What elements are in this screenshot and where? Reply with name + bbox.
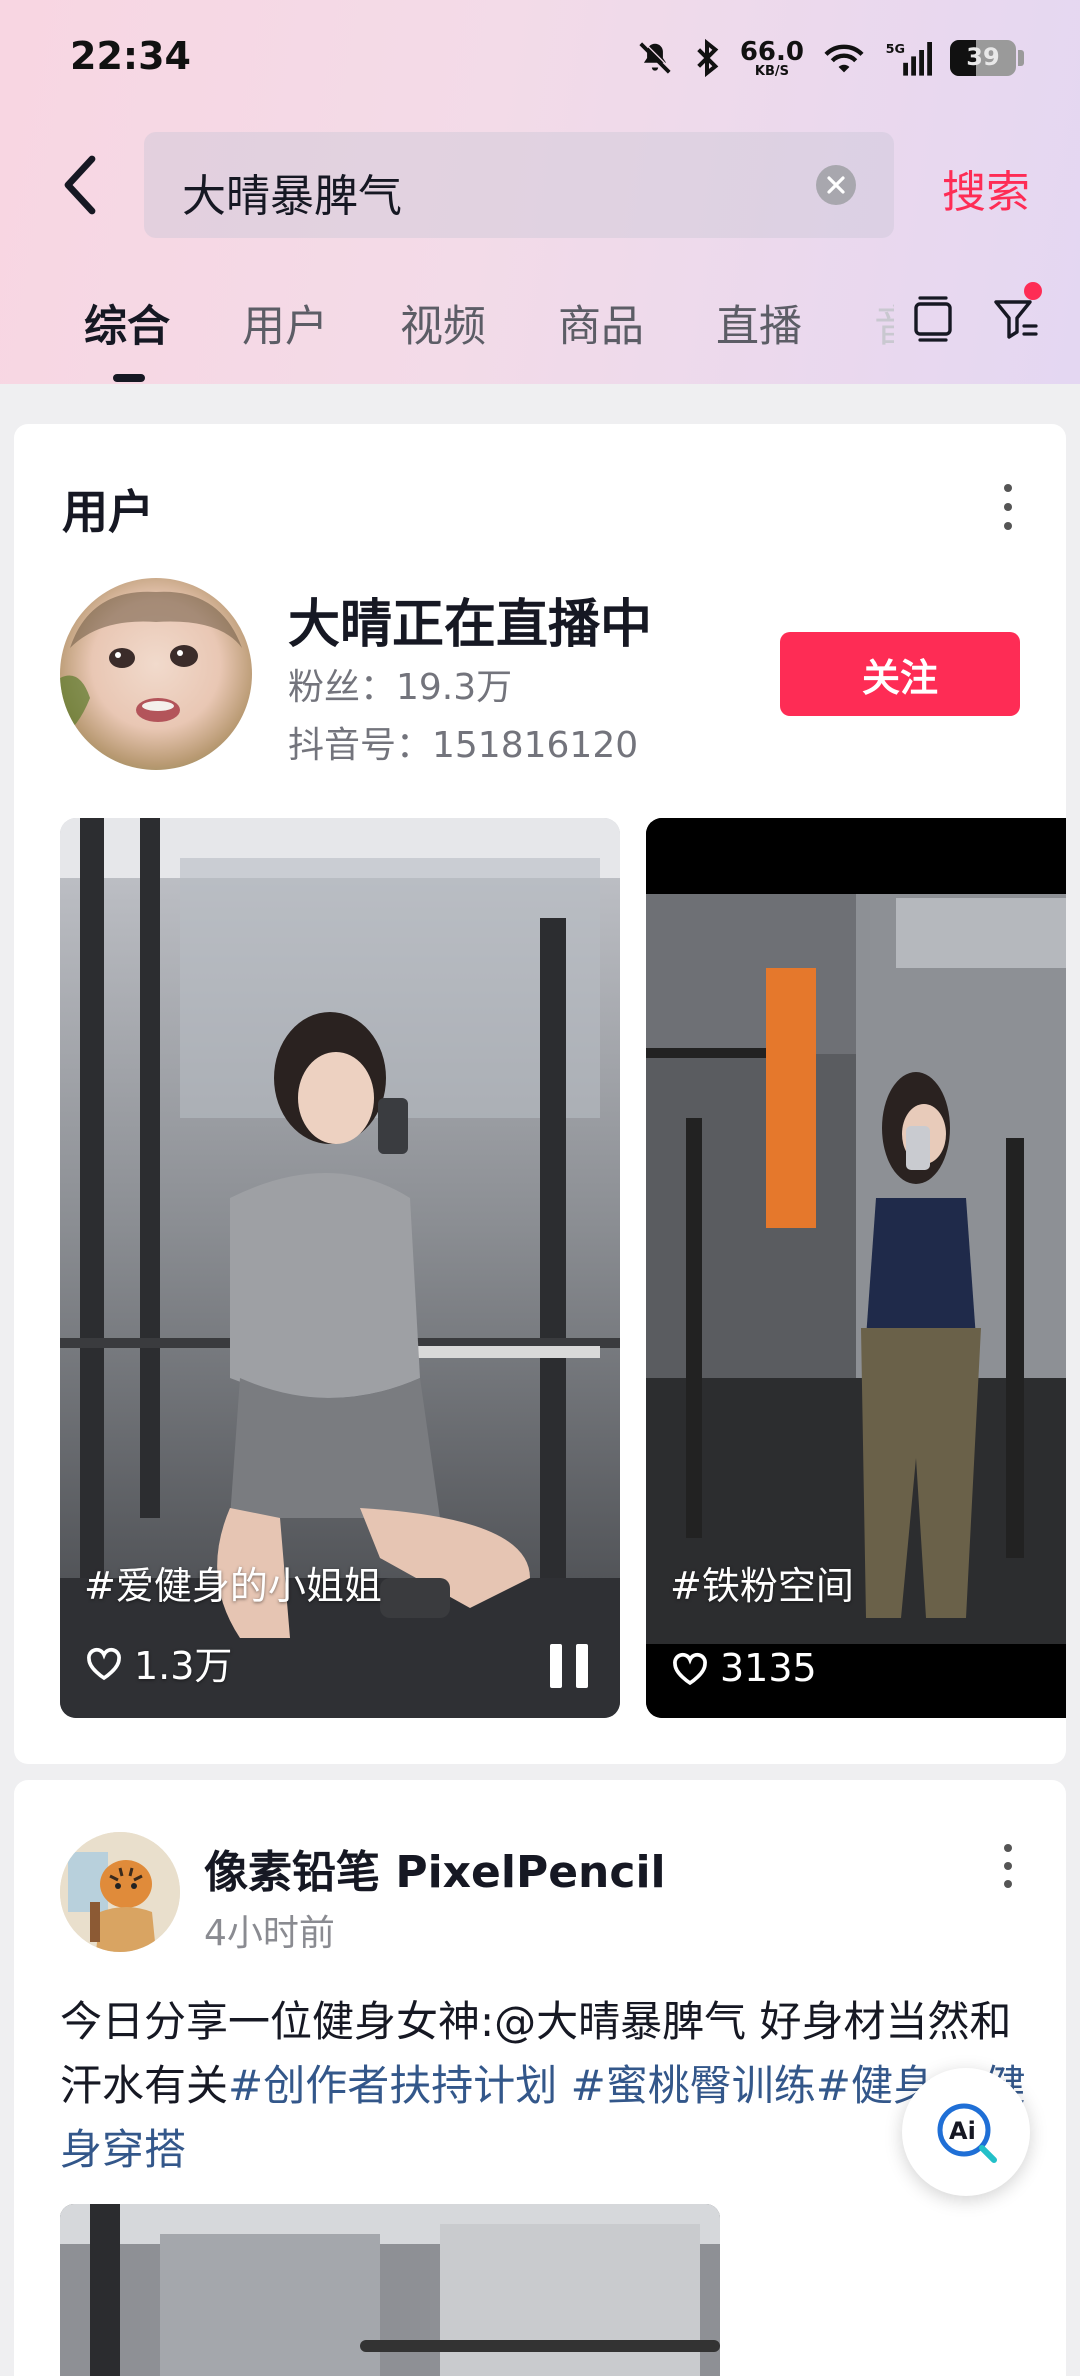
video-likes: 1.3万: [84, 1635, 232, 1690]
status-time: 22:34: [70, 34, 191, 78]
net-speed: 66.0 KB/S: [739, 36, 804, 79]
tab-products[interactable]: 商品: [558, 292, 644, 354]
post-author-avatar[interactable]: [60, 1832, 180, 1952]
video-card-1[interactable]: #爱健身的小姐姐 1.3万: [60, 818, 620, 1718]
svg-text:Ai: Ai: [949, 2117, 976, 2145]
pause-bar: [576, 1644, 588, 1688]
tab-music[interactable]: 音: [874, 292, 894, 354]
avatar-face: [60, 591, 242, 738]
home-indicator[interactable]: [360, 2340, 720, 2352]
layout-toggle-button[interactable]: [910, 290, 956, 346]
bluetooth-icon: [697, 38, 719, 78]
mute-bell-icon: [639, 40, 672, 74]
chevron-left-icon: [64, 155, 96, 215]
status-bar: 22:34 66.0 KB/S 5G 39: [0, 0, 1080, 118]
svg-text:5G: 5G: [886, 42, 905, 57]
dot: [1004, 1862, 1012, 1870]
search-button[interactable]: 搜索: [942, 156, 1030, 220]
active-tab-indicator: [113, 374, 145, 382]
notification-dot: [1024, 282, 1042, 300]
heart-icon: [87, 1647, 121, 1680]
avatar[interactable]: [60, 578, 252, 770]
battery-tip: [1018, 50, 1024, 66]
dot: [1004, 522, 1012, 530]
user-fans: 粉丝：19.3万: [288, 667, 513, 708]
user-result-card: 用户 大晴正在直播中 粉丝：19.3万 抖音号：151816120 关注 #爱健…: [14, 424, 1066, 1764]
tab-videos[interactable]: 视频: [400, 292, 486, 354]
post-text: 今日分享一位健身女神:@大晴暴脾气 好身材当然和汗水有关#创作者扶持计划 #蜜桃…: [60, 1990, 1040, 2182]
ai-search-icon: Ai: [937, 2103, 997, 2163]
tab-live[interactable]: 直播: [716, 292, 802, 354]
clear-icon: [816, 165, 856, 205]
stack-cards-icon: [914, 296, 952, 342]
pause-button[interactable]: [550, 1644, 588, 1688]
dot: [1004, 484, 1012, 492]
more-options-button[interactable]: [1002, 484, 1014, 530]
video-tag[interactable]: #爱健身的小姐姐: [84, 1555, 382, 1610]
cell-signal-icon: 5G: [886, 42, 932, 76]
video-likes: 3135: [670, 1646, 817, 1690]
video-card-2[interactable]: #铁粉空间 3135: [646, 818, 1066, 1718]
search-query: 大晴暴脾气: [182, 171, 402, 222]
dot: [1004, 1880, 1012, 1888]
tab-users[interactable]: 用户: [242, 292, 328, 354]
follow-button[interactable]: 关注: [780, 632, 1020, 716]
search-tabs: 综合 用户 视频 商品 直播 音: [84, 292, 894, 382]
dot: [1004, 1844, 1012, 1852]
hashtag-link[interactable]: #创作者扶持计划: [228, 2061, 557, 2110]
video-tag[interactable]: #铁粉空间: [670, 1555, 854, 1610]
status-icons: 66.0 KB/S 5G 39: [636, 30, 1024, 86]
wifi-icon: [824, 44, 864, 73]
post-more-options-button[interactable]: [1002, 1844, 1014, 1888]
post-time: 4小时前: [204, 1913, 335, 1954]
battery-icon: 39: [950, 40, 1016, 76]
tab-comprehensive[interactable]: 综合: [84, 292, 170, 382]
post-author-name[interactable]: 像素铅笔 PixelPencil: [204, 1836, 666, 1900]
tiger-illustration: [60, 1832, 180, 1952]
dot: [1004, 503, 1012, 511]
heart-icon: [673, 1652, 707, 1686]
user-name[interactable]: 大晴正在直播中: [288, 582, 652, 657]
clear-search-button[interactable]: [816, 165, 856, 205]
section-title: 用户: [62, 485, 154, 539]
pause-bar: [550, 1644, 562, 1688]
post-card: 像素铅笔 PixelPencil 4小时前 今日分享一位健身女神:@大晴暴脾气 …: [14, 1780, 1066, 2376]
user-douyin-id: 抖音号：151816120: [288, 725, 639, 766]
ai-assistant-button[interactable]: Ai: [902, 2068, 1030, 2196]
search-input[interactable]: 大晴暴脾气: [144, 132, 894, 238]
back-button[interactable]: [48, 150, 112, 220]
hashtag-link[interactable]: #蜜桃臀训练: [571, 2061, 816, 2110]
